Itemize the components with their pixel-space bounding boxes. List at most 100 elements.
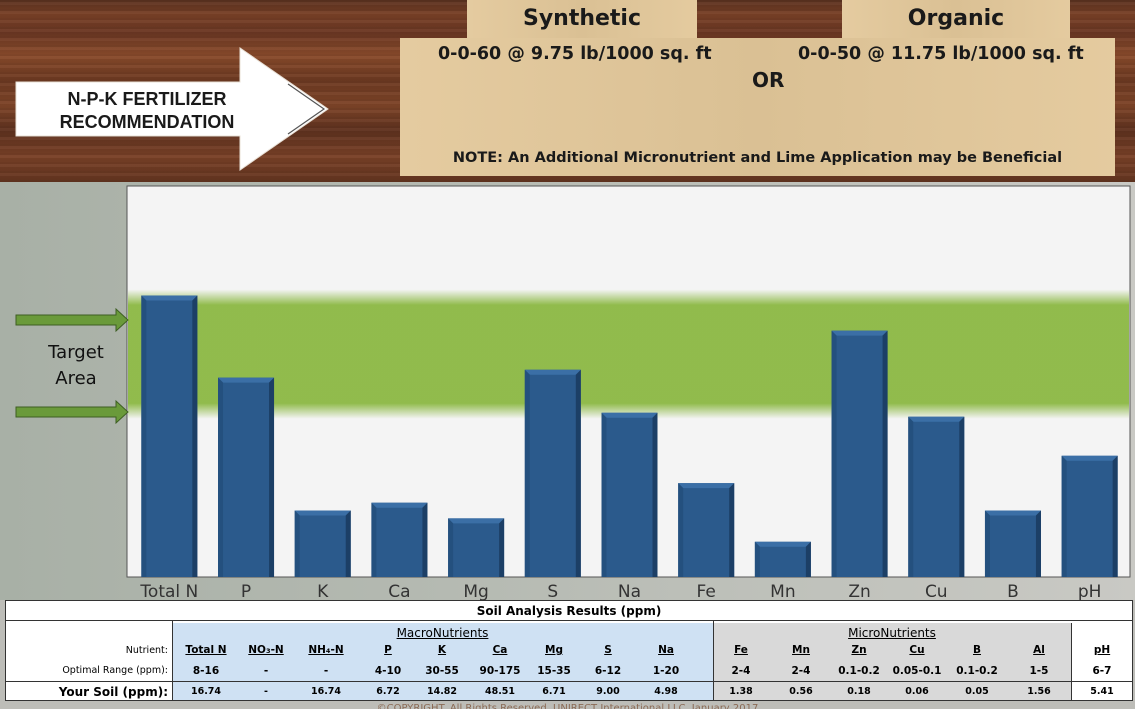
target-area-label: Target Area bbox=[38, 340, 114, 392]
synthetic-tab: Synthetic bbox=[467, 0, 697, 38]
table-title: Soil Analysis Results (ppm) bbox=[6, 601, 1132, 621]
row-divider bbox=[6, 681, 1132, 682]
your-soil-cell: 6.72 bbox=[376, 686, 400, 697]
bar-s bbox=[524, 369, 581, 577]
x-tick-label: Na bbox=[618, 582, 641, 600]
nutrient-header: Mn bbox=[792, 644, 810, 656]
optimal-range-cell: - bbox=[263, 665, 269, 677]
optimal-range-cell: 4-10 bbox=[374, 665, 402, 677]
x-tick-label: Zn bbox=[848, 582, 870, 600]
nutrient-header: Al bbox=[1033, 644, 1045, 656]
col-divider-left bbox=[172, 621, 173, 700]
bar-mg bbox=[448, 518, 505, 577]
your-soil-cell: 1.56 bbox=[1027, 686, 1051, 697]
optimal-range-cell: 30-55 bbox=[425, 665, 459, 677]
bar-ph bbox=[1061, 455, 1118, 577]
nutrient-bar-chart: Total N P K Ca Mg S Na Fe Mn Zn Cu BpH bbox=[0, 182, 1135, 600]
nutrient-header: Cu bbox=[909, 644, 925, 656]
bar-ca bbox=[371, 502, 428, 577]
organic-title: Organic bbox=[907, 6, 1005, 31]
copyright-text: ©COPYRIGHT. All Rights Reserved. UNIRECT… bbox=[376, 703, 759, 709]
nutrient-header: pH bbox=[1093, 644, 1111, 656]
x-tick-label: pH bbox=[1078, 582, 1102, 600]
optimal-range-cell: 0.1-0.2 bbox=[956, 665, 998, 677]
nutrient-header: Total N bbox=[185, 644, 227, 656]
x-tick-label: P bbox=[241, 582, 251, 600]
x-tick-label: B bbox=[1007, 582, 1019, 600]
nutrient-header: Zn bbox=[851, 644, 867, 656]
optimal-range-cell: 2-4 bbox=[791, 665, 811, 677]
your-soil-cell: 9.00 bbox=[596, 686, 620, 697]
nutrient-header: Mg bbox=[545, 644, 563, 656]
optimal-range-cell: 2-4 bbox=[731, 665, 751, 677]
synthetic-title: Synthetic bbox=[522, 6, 642, 31]
your-soil-cell: 0.06 bbox=[905, 686, 929, 697]
your-soil-cell: 0.18 bbox=[847, 686, 871, 697]
optimal-range-cell: 0.05-0.1 bbox=[892, 665, 942, 677]
your-soil-cell: - bbox=[264, 686, 268, 697]
bar-b bbox=[984, 510, 1041, 577]
target-line2: Area bbox=[55, 368, 97, 389]
bar-zn bbox=[831, 330, 888, 577]
row-label-your-soil: Your Soil (ppm): bbox=[58, 685, 168, 699]
x-tick-label: Mn bbox=[770, 582, 795, 600]
nutrient-header: NH₄-N bbox=[308, 644, 344, 656]
optimal-range-cell: 6-7 bbox=[1092, 665, 1112, 677]
synthetic-rate: 0-0-60 @ 9.75 lb/1000 sq. ft bbox=[438, 44, 712, 64]
bar-na bbox=[601, 412, 658, 577]
x-tick-label: Cu bbox=[925, 582, 948, 600]
target-line1: Target bbox=[48, 342, 104, 363]
your-soil-cell: 48.51 bbox=[484, 686, 516, 697]
nutrient-header: B bbox=[972, 644, 981, 656]
nutrient-header: Ca bbox=[492, 644, 508, 656]
bar-total-n bbox=[141, 295, 198, 577]
arrow-label-line2: RECOMMENDATION bbox=[59, 112, 235, 132]
micro-group-label: MicroNutrients bbox=[848, 626, 936, 640]
your-soil-cell: 14.82 bbox=[426, 686, 458, 697]
optimal-range-cell: 15-35 bbox=[537, 665, 571, 677]
your-soil-cell: 0.05 bbox=[965, 686, 989, 697]
x-tick-label: Total N bbox=[139, 582, 198, 600]
optimal-range-cell: - bbox=[323, 665, 329, 677]
arrow-label-line1: N-P-K FERTILIZER bbox=[67, 89, 227, 109]
x-tick-label: Ca bbox=[388, 582, 410, 600]
nutrient-header: K bbox=[437, 644, 447, 656]
bar-cu bbox=[908, 416, 965, 577]
bar-fe bbox=[678, 483, 735, 577]
nutrient-header: Fe bbox=[734, 644, 748, 656]
soil-analysis-table: Soil Analysis Results (ppm) MacroNutrien… bbox=[5, 600, 1133, 701]
target-band bbox=[128, 289, 1129, 419]
organic-tab: Organic bbox=[842, 0, 1070, 38]
bar-mn bbox=[754, 541, 811, 577]
recommendation-panel: 0-0-60 @ 9.75 lb/1000 sq. ft OR 0-0-50 @… bbox=[400, 38, 1115, 176]
nutrient-header: S bbox=[604, 644, 612, 656]
your-soil-cell: 16.74 bbox=[190, 686, 222, 697]
x-tick-label: K bbox=[317, 582, 329, 600]
optimal-range-cell: 8-16 bbox=[192, 665, 220, 677]
nutrient-header: P bbox=[384, 644, 392, 656]
x-tick-label: Fe bbox=[697, 582, 716, 600]
bar-k bbox=[294, 510, 351, 577]
nutrient-header: NO₃-N bbox=[248, 644, 284, 656]
organic-rate: 0-0-50 @ 11.75 lb/1000 sq. ft bbox=[798, 44, 1084, 64]
your-soil-cell: 6.71 bbox=[542, 686, 566, 697]
x-tick-label: Mg bbox=[463, 582, 488, 600]
your-soil-cell: 16.74 bbox=[310, 686, 342, 697]
your-soil-cell: 4.98 bbox=[654, 686, 678, 697]
nutrient-header: Na bbox=[658, 644, 674, 656]
note-text: NOTE: An Additional Micronutrient and Li… bbox=[452, 150, 1063, 166]
macro-group-label: MacroNutrients bbox=[396, 626, 489, 640]
optimal-range-cell: 0.1-0.2 bbox=[838, 665, 880, 677]
your-soil-cell: 0.56 bbox=[789, 686, 813, 697]
bar-p bbox=[218, 377, 275, 577]
col-divider-mid bbox=[713, 621, 714, 700]
or-label: OR bbox=[752, 68, 785, 92]
x-tick-label: S bbox=[547, 582, 558, 600]
your-soil-cell: 5.41 bbox=[1090, 686, 1114, 697]
optimal-range-cell: 90-175 bbox=[479, 665, 521, 677]
row-label-optimal: Optimal Range (ppm): bbox=[62, 665, 168, 676]
your-soil-cell: 1.38 bbox=[729, 686, 753, 697]
row-label-nutrient: Nutrient: bbox=[125, 645, 168, 656]
arrow-label: N-P-K FERTILIZER RECOMMENDATION bbox=[22, 88, 272, 134]
optimal-range-cell: 6-12 bbox=[594, 665, 622, 677]
